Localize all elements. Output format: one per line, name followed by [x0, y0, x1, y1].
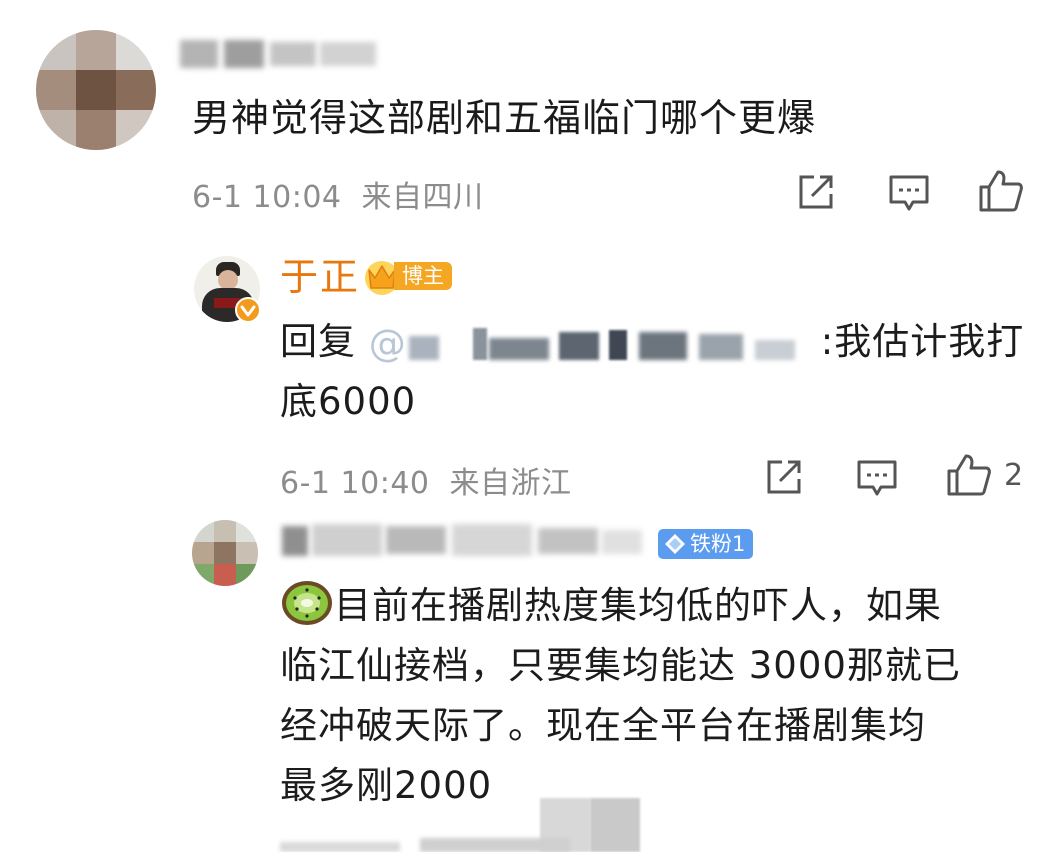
comment-body: 目前在播剧热度集均低的吓人，如果 临江仙接档，只要集均能达 3000那就已 经冲…: [280, 576, 1040, 816]
comment-text: 男神觉得这部剧和五福临门哪个更爆: [192, 96, 817, 140]
kiwi-emoji-icon: [282, 581, 332, 625]
like-count: 2: [1004, 458, 1024, 493]
meta-censored: [280, 836, 640, 852]
comment-icon[interactable]: [888, 174, 930, 214]
mention-link[interactable]: @: [369, 322, 821, 366]
comment-time: 6-1 10:04: [192, 180, 342, 215]
username-censored[interactable]: [276, 520, 646, 560]
comment-line-2: 临江仙接档，只要集均能达 3000那就已: [280, 644, 961, 687]
fan-badge-label: 铁粉1: [690, 532, 746, 556]
diamond-icon: [665, 534, 685, 554]
comment-line-1: 目前在播剧热度集均低的吓人，如果: [280, 576, 1040, 636]
comment-line-3: 经冲破天际了。现在全平台在播剧集均: [280, 704, 926, 747]
username-censored[interactable]: [180, 36, 380, 72]
reply-line-1: 回复 @ :我估计我打: [280, 312, 1040, 372]
blogger-badge-label: 博主: [394, 262, 452, 290]
like-icon[interactable]: [946, 452, 992, 498]
like-icon[interactable]: [978, 168, 1024, 214]
share-icon[interactable]: [796, 172, 836, 212]
user-avatar[interactable]: [36, 30, 156, 150]
user-avatar[interactable]: [192, 520, 258, 586]
author-name[interactable]: 于正: [280, 253, 360, 301]
share-icon[interactable]: [764, 457, 804, 497]
blogger-badge: 博主: [362, 258, 458, 295]
reply-text-part-1: :我估计我打: [820, 320, 1025, 363]
comment-text-line-1: 目前在播剧热度集均低的吓人，如果: [334, 584, 942, 627]
reply-line-2: 底6000: [280, 380, 417, 423]
comment-location: 来自四川: [361, 180, 484, 215]
comment-icon[interactable]: [856, 459, 898, 499]
comment-meta: 6-1 10:40 来自浙江: [280, 458, 572, 502]
comment-time: 6-1 10:40: [280, 466, 430, 501]
fan-badge: 铁粉1: [658, 529, 754, 559]
comment-line-4: 最多刚2000: [280, 764, 493, 807]
comment-meta: 6-1 10:04 来自四川: [192, 172, 484, 216]
mention-at: @: [368, 321, 407, 365]
reply-prefix: 回复: [280, 320, 356, 363]
comment-location: 来自浙江: [449, 466, 572, 501]
verified-icon: [235, 297, 261, 323]
